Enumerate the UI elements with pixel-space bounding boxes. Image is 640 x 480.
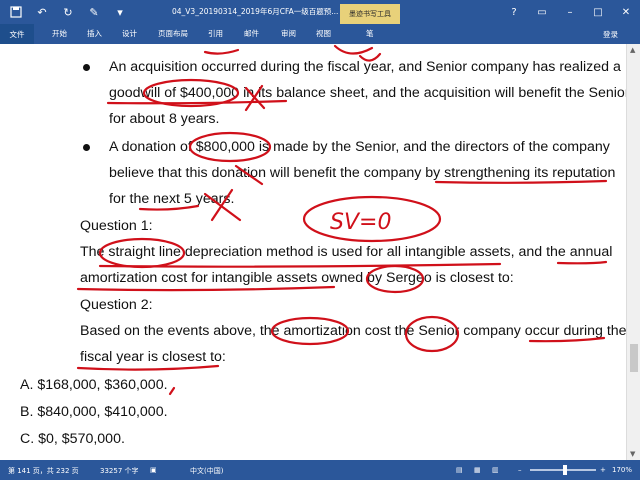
question-heading: Question 1: bbox=[80, 218, 153, 234]
print-layout-icon[interactable]: ▦ bbox=[474, 466, 481, 474]
doc-line: amortization cost for intangible assets … bbox=[80, 270, 514, 286]
ink-stroke bbox=[203, 48, 240, 55]
ink-oval bbox=[302, 195, 442, 243]
tab-review[interactable]: 审阅 bbox=[281, 28, 296, 39]
more-icon[interactable]: ▾ bbox=[112, 4, 128, 20]
ribbon-tab-bar: 文件 开始 插入 设计 页面布局 引用 邮件 审阅 视图 笔 登录 bbox=[0, 24, 640, 44]
word-count[interactable]: 33257 个字 bbox=[100, 466, 139, 476]
ink-underline bbox=[76, 285, 336, 292]
read-mode-icon[interactable]: ▤ bbox=[456, 466, 463, 474]
ink-underline bbox=[106, 99, 288, 105]
save-icon[interactable] bbox=[8, 4, 24, 20]
doc-line: A donation of $800,000 is made by the Se… bbox=[109, 139, 610, 155]
tab-design[interactable]: 设计 bbox=[122, 28, 137, 39]
handwriting-sv-zero: SV=0 bbox=[330, 210, 391, 235]
web-layout-icon[interactable]: ▥ bbox=[492, 466, 499, 474]
doc-line: fiscal year is closest to: bbox=[80, 349, 226, 365]
document-page[interactable]: An acquisition occurred during the fisca… bbox=[0, 44, 626, 460]
proofing-icon[interactable]: ▣ bbox=[150, 466, 157, 474]
bullet-point bbox=[83, 144, 90, 151]
vertical-scrollbar[interactable]: ▲ ▼ bbox=[626, 44, 640, 460]
title-bar: ↶ ↻ ✎ ▾ 04_V3_20190314_2019年6月CFA一级百题预..… bbox=[0, 0, 640, 24]
scroll-up-icon[interactable]: ▲ bbox=[630, 46, 635, 54]
status-bar: 第 141 页，共 232 页 33257 个字 ▣ 中文(中国) ▤ ▦ ▥ … bbox=[0, 460, 640, 480]
zoom-level[interactable]: 170% bbox=[612, 466, 632, 474]
zoom-slider-thumb[interactable] bbox=[563, 465, 567, 475]
scroll-down-icon[interactable]: ▼ bbox=[630, 450, 635, 458]
tab-home[interactable]: 开始 bbox=[52, 28, 67, 39]
doc-line: for about 8 years. bbox=[109, 111, 220, 127]
doc-line: goodwill of $400,000 in its balance shee… bbox=[109, 85, 626, 101]
question-heading: Question 2: bbox=[80, 297, 153, 313]
quick-access-toolbar: ↶ ↻ ✎ ▾ bbox=[8, 4, 128, 20]
answer-option-b: B. $840,000, $410,000. bbox=[20, 404, 168, 420]
redo-icon[interactable]: ↻ bbox=[60, 4, 76, 20]
tab-references[interactable]: 引用 bbox=[208, 28, 223, 39]
ink-stroke bbox=[333, 44, 374, 55]
help-button[interactable]: ? bbox=[500, 0, 528, 24]
tab-file[interactable]: 文件 bbox=[0, 24, 34, 44]
close-button[interactable]: ✕ bbox=[612, 0, 640, 24]
tab-mailings[interactable]: 邮件 bbox=[244, 28, 259, 39]
tab-layout[interactable]: 页面布局 bbox=[158, 28, 188, 39]
maximize-button[interactable]: □ bbox=[584, 0, 612, 24]
zoom-in-button[interactable]: + bbox=[600, 466, 606, 474]
language[interactable]: 中文(中国) bbox=[190, 466, 223, 476]
undo-icon[interactable]: ↶ bbox=[34, 4, 50, 20]
ink-tools-contextual-tab[interactable]: 墨迹书写工具 bbox=[340, 4, 400, 24]
ribbon-display-button[interactable]: ▭ bbox=[528, 0, 556, 24]
answer-option-c: C. $0, $570,000. bbox=[20, 431, 125, 447]
window-controls: ? ▭ – □ ✕ bbox=[500, 0, 640, 24]
doc-line: The straight line depreciation method is… bbox=[80, 244, 613, 260]
document-title: 04_V3_20190314_2019年6月CFA一级百题预... bbox=[172, 7, 339, 16]
ink-tick bbox=[168, 386, 176, 396]
doc-line: for the next 5 years. bbox=[109, 191, 235, 207]
ink-underline bbox=[98, 262, 502, 268]
tab-insert[interactable]: 插入 bbox=[87, 28, 102, 39]
ink-underline bbox=[76, 364, 220, 371]
tab-pen[interactable]: 笔 bbox=[366, 28, 374, 39]
doc-line: believe that this donation will benefit … bbox=[109, 165, 616, 181]
scroll-thumb[interactable] bbox=[630, 344, 638, 372]
answer-option-a: A. $168,000, $360,000. bbox=[20, 377, 168, 393]
zoom-out-button[interactable]: – bbox=[518, 466, 522, 474]
pen-icon[interactable]: ✎ bbox=[86, 4, 102, 20]
ink-underline bbox=[556, 260, 608, 265]
doc-line: An acquisition occurred during the fisca… bbox=[109, 59, 621, 75]
sign-in-link[interactable]: 登录 bbox=[603, 29, 618, 40]
page-count[interactable]: 第 141 页，共 232 页 bbox=[8, 466, 79, 476]
bullet-point bbox=[83, 64, 90, 71]
minimize-button[interactable]: – bbox=[556, 0, 584, 24]
doc-line: Based on the events above, the amortizat… bbox=[80, 323, 626, 339]
ink-underline bbox=[434, 179, 608, 184]
tab-view[interactable]: 视图 bbox=[316, 28, 331, 39]
